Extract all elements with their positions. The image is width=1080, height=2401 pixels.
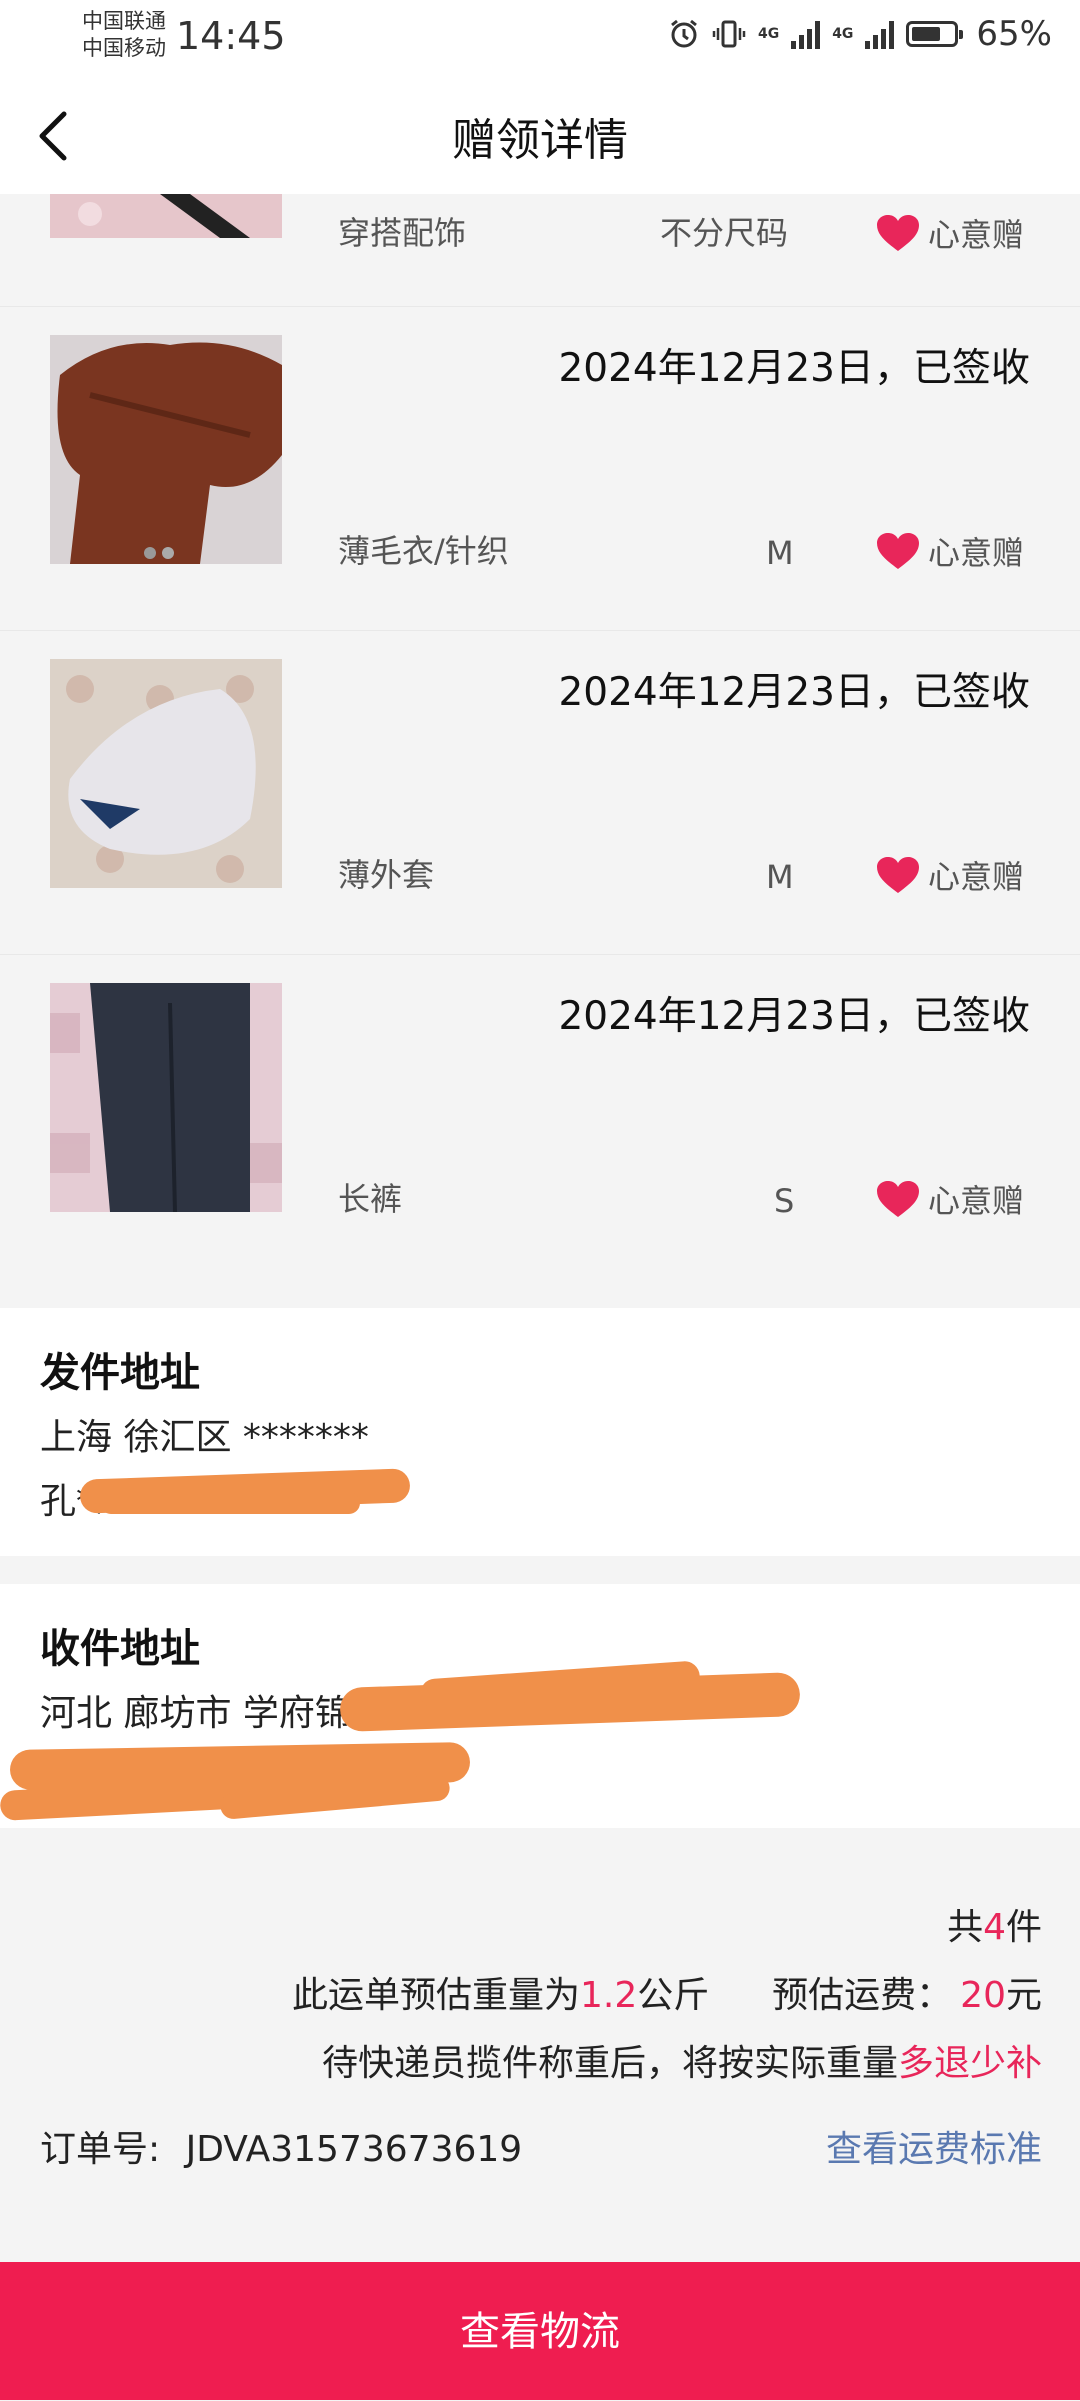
view-logistics-button[interactable]: 查看物流 — [0, 2262, 1080, 2400]
item-list: 穿搭配饰 不分尺码 心意赠 2024年12月23日，已签收 薄毛衣/针织 M 心… — [0, 194, 1080, 1278]
item-size: S — [774, 1182, 795, 1220]
gift-tag: 心意赠 — [876, 852, 1024, 898]
heart-icon — [876, 215, 919, 251]
receiver-address-card: 收件地址 河北 廊坊市 学府锦园 奴 — [0, 1584, 1080, 1828]
list-item[interactable]: 穿搭配饰 不分尺码 心意赠 — [0, 194, 1080, 307]
item-category: 长裤 — [338, 1180, 403, 1218]
item-size: M — [766, 858, 794, 896]
alarm-icon — [668, 18, 700, 50]
status-bar: 中国联通 中国移动 14:45 4G 4G 65% — [0, 0, 1080, 76]
sender-address-card: 发件地址 上海 徐汇区 ******* 孔*ル — [0, 1308, 1080, 1556]
receiver-address-line: 河北 廊坊市 学府锦园 — [40, 1693, 387, 1734]
gift-tag: 心意赠 — [876, 210, 1024, 256]
item-date: 2024年12月23日，已签收 — [558, 346, 1030, 391]
carrier-2: 中国移动 — [82, 36, 166, 60]
fee-standard-link[interactable]: 查看运费标准 — [826, 2120, 1042, 2172]
item-count: 共4件 — [947, 1907, 1042, 1948]
network-icon: 4G — [757, 26, 780, 42]
item-size: 不分尺码 — [660, 214, 789, 252]
carrier-1: 中国联通 — [82, 9, 166, 33]
shipping-summary: 共4件 此运单预估重量为1.2公斤 预估运费： 20元 待快递员揽件称重后，将按实… — [0, 1830, 1080, 2260]
list-item[interactable]: 2024年12月23日，已签收 长裤 S 心意赠 — [0, 955, 1080, 1278]
gift-tag: 心意赠 — [876, 528, 1024, 574]
heart-icon — [876, 1181, 919, 1217]
weight-fee-line: 此运单预估重量为1.2公斤 预估运费： 20元 — [291, 1975, 1042, 2016]
item-image — [50, 194, 282, 238]
nav-bar: 赠领详情 — [0, 76, 1080, 194]
item-category: 穿搭配饰 — [338, 214, 467, 252]
signal-icon-2 — [865, 19, 895, 49]
network-icon-2: 4G — [832, 26, 854, 42]
battery-icon — [906, 21, 964, 47]
item-image — [50, 983, 282, 1212]
item-date: 2024年12月23日，已签收 — [558, 994, 1030, 1039]
item-image — [50, 659, 282, 888]
item-date: 2024年12月23日，已签收 — [558, 670, 1030, 715]
list-item[interactable]: 2024年12月23日，已签收 薄外套 M 心意赠 — [0, 631, 1080, 955]
battery-percent: 65% — [976, 14, 1052, 54]
carrier-labels: 中国联通 中国移动 — [82, 8, 166, 62]
sender-address-line: 上海 徐汇区 ******* — [40, 1417, 369, 1458]
item-category: 薄毛衣/针织 — [338, 532, 509, 570]
gift-tag: 心意赠 — [876, 1176, 1024, 1222]
order-number: 订单号: JDVA31573673619 — [40, 2129, 523, 2170]
item-category: 薄外套 — [338, 856, 435, 894]
receiver-heading: 收件地址 — [40, 1626, 200, 1672]
item-image — [50, 335, 282, 564]
sender-heading: 发件地址 — [40, 1350, 200, 1396]
weight-note: 待快递员揽件称重后，将按实际重量多退少补 — [321, 2043, 1042, 2084]
signal-icon — [791, 19, 821, 49]
redaction-mark — [100, 1492, 360, 1514]
vibrate-icon — [712, 18, 746, 50]
heart-icon — [876, 533, 919, 569]
item-size: M — [766, 534, 794, 572]
list-item[interactable]: 2024年12月23日，已签收 薄毛衣/针织 M 心意赠 — [0, 307, 1080, 631]
status-time: 14:45 — [176, 14, 286, 58]
heart-icon — [876, 857, 919, 893]
page-title: 赠领详情 — [452, 115, 628, 166]
status-icons: 4G 4G 65% — [668, 14, 1052, 54]
